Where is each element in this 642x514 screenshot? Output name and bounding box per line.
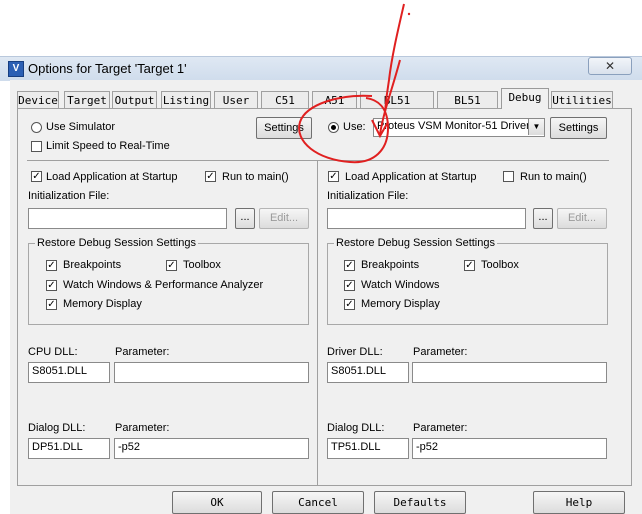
right-init-file-label: Initialization File:: [327, 190, 409, 202]
cancel-button[interactable]: Cancel: [272, 491, 364, 514]
app-icon: V: [8, 61, 24, 77]
right-watch-windows-label: Watch Windows: [361, 279, 440, 291]
right-restore-settings-label: Restore Debug Session Settings: [334, 237, 497, 249]
init-file-label: Initialization File:: [28, 190, 110, 202]
right-dialog-param-input[interactable]: -p52: [412, 438, 607, 459]
chevron-down-icon[interactable]: ▼: [528, 119, 544, 135]
help-button[interactable]: Help: [533, 491, 625, 514]
tab-listing[interactable]: Listing: [161, 91, 211, 108]
memory-display-label: Memory Display: [63, 298, 142, 310]
right-load-app-label: Load Application at Startup: [345, 171, 477, 183]
tab-bl51-misc[interactable]: BL51 Misc: [437, 91, 498, 124]
driver-settings-button[interactable]: Settings: [550, 117, 607, 139]
right-init-file-edit-button[interactable]: Edit...: [557, 208, 607, 229]
use-driver-label: Use:: [343, 121, 366, 133]
use-simulator-radio[interactable]: [31, 122, 42, 133]
right-init-file-browse-button[interactable]: ...: [533, 208, 553, 229]
dialog-dll-input[interactable]: DP51.DLL: [28, 438, 110, 459]
right-init-file-input[interactable]: [327, 208, 526, 229]
simulator-settings-button[interactable]: Settings: [256, 117, 312, 139]
cpu-param-label: Parameter:: [115, 346, 170, 358]
watch-windows-checkbox[interactable]: ✓: [46, 280, 57, 291]
right-run-to-main-checkbox[interactable]: [503, 171, 514, 182]
right-dialog-param-label: Parameter:: [413, 422, 468, 434]
use-driver-radio[interactable]: [328, 122, 339, 133]
toolbox-label: Toolbox: [183, 259, 221, 271]
driver-param-input[interactable]: [412, 362, 607, 383]
close-button[interactable]: ✕: [588, 57, 632, 75]
dialog-param-label: Parameter:: [115, 422, 170, 434]
tab-output[interactable]: Output: [112, 91, 157, 108]
tab-debug[interactable]: Debug: [501, 88, 549, 109]
toolbox-checkbox[interactable]: ✓: [166, 260, 177, 271]
run-to-main-checkbox[interactable]: ✓: [205, 171, 216, 182]
tab-a51[interactable]: A51: [312, 91, 357, 108]
defaults-button[interactable]: Defaults: [374, 491, 466, 514]
right-memory-display-label: Memory Display: [361, 298, 440, 310]
tab-device[interactable]: Device: [17, 91, 59, 108]
restore-settings-label: Restore Debug Session Settings: [35, 237, 198, 249]
right-load-app-checkbox[interactable]: ✓: [328, 171, 339, 182]
init-file-input[interactable]: [28, 208, 227, 229]
cpu-dll-input[interactable]: S8051.DLL: [28, 362, 110, 383]
right-toolbox-label: Toolbox: [481, 259, 519, 271]
init-file-edit-button[interactable]: Edit...: [259, 208, 309, 229]
right-breakpoints-label: Breakpoints: [361, 259, 420, 271]
right-breakpoints-checkbox[interactable]: ✓: [344, 260, 355, 271]
dialog-dll-label: Dialog DLL:: [28, 422, 86, 434]
right-memory-display-checkbox[interactable]: ✓: [344, 299, 355, 310]
limit-speed-label: Limit Speed to Real-Time: [46, 140, 170, 152]
window-title: Options for Target 'Target 1': [28, 61, 187, 76]
right-dialog-dll-input[interactable]: TP51.DLL: [327, 438, 409, 459]
tab-user[interactable]: User: [214, 91, 258, 108]
ok-button[interactable]: OK: [172, 491, 262, 514]
column-divider: [317, 160, 318, 486]
cpu-dll-label: CPU DLL:: [28, 346, 78, 358]
init-file-browse-button[interactable]: ...: [235, 208, 255, 229]
load-app-label: Load Application at Startup: [46, 171, 178, 183]
driver-select-value: Proteus VSM Monitor-51 Driver: [377, 120, 530, 132]
watch-windows-label: Watch Windows & Performance Analyzer: [63, 279, 264, 291]
memory-display-checkbox[interactable]: ✓: [46, 299, 57, 310]
limit-speed-checkbox[interactable]: [31, 141, 42, 152]
tab-utilities[interactable]: Utilities: [551, 91, 613, 108]
right-run-to-main-label: Run to main(): [520, 171, 587, 183]
breakpoints-label: Breakpoints: [63, 259, 122, 271]
separator: [27, 160, 609, 161]
right-toolbox-checkbox[interactable]: ✓: [464, 260, 475, 271]
tab-target[interactable]: Target: [64, 91, 110, 108]
dialog-param-input[interactable]: -p52: [114, 438, 309, 459]
cpu-param-input[interactable]: [114, 362, 309, 383]
close-icon: ✕: [604, 59, 616, 73]
driver-dll-input[interactable]: S8051.DLL: [327, 362, 409, 383]
tab-c51[interactable]: C51: [261, 91, 309, 108]
right-watch-windows-checkbox[interactable]: ✓: [344, 280, 355, 291]
run-to-main-label: Run to main(): [222, 171, 289, 183]
tab-bl51-locate[interactable]: BL51 Locate: [360, 91, 434, 124]
right-dialog-dll-label: Dialog DLL:: [327, 422, 385, 434]
load-app-checkbox[interactable]: ✓: [31, 171, 42, 182]
driver-select[interactable]: Proteus VSM Monitor-51 Driver: [373, 118, 545, 137]
driver-dll-label: Driver DLL:: [327, 346, 383, 358]
driver-param-label: Parameter:: [413, 346, 468, 358]
use-simulator-label: Use Simulator: [46, 121, 116, 133]
annotation-dot: [407, 12, 411, 16]
breakpoints-checkbox[interactable]: ✓: [46, 260, 57, 271]
